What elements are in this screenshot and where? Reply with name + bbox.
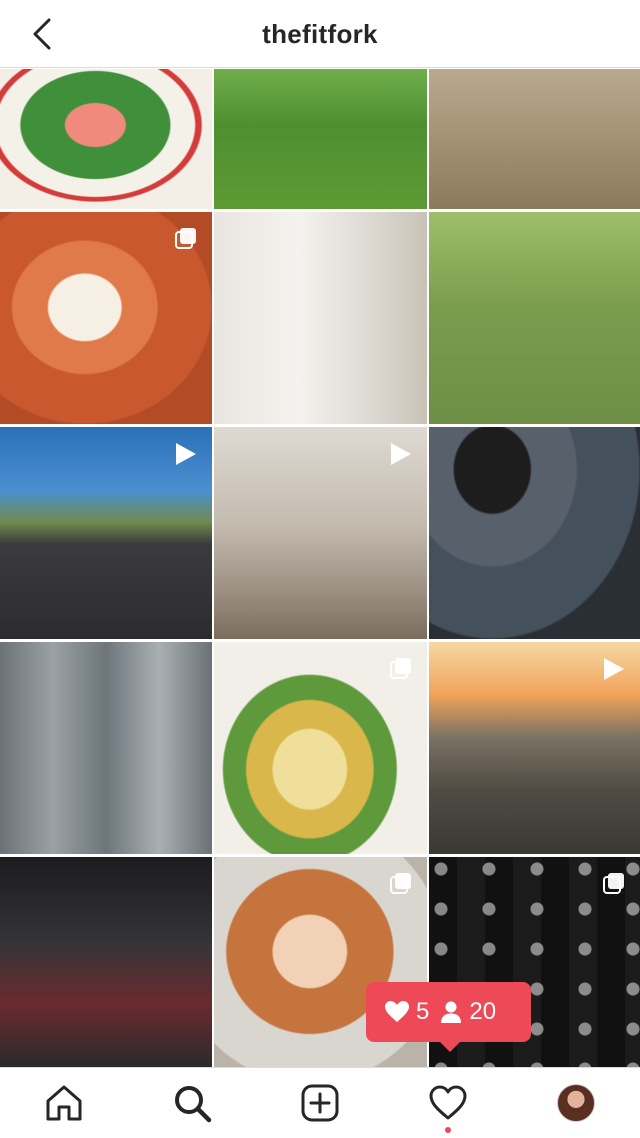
heart-icon bbox=[429, 1085, 467, 1120]
tab-home[interactable] bbox=[42, 1081, 86, 1125]
profile-avatar bbox=[557, 1084, 595, 1122]
post-thumbnail[interactable] bbox=[429, 69, 640, 209]
home-icon bbox=[46, 1085, 82, 1121]
post-thumbnail[interactable] bbox=[429, 427, 640, 639]
likes-count: 5 bbox=[416, 998, 430, 1025]
carousel-icon bbox=[603, 873, 624, 894]
post-thumbnail[interactable] bbox=[0, 69, 212, 209]
post-thumbnail[interactable] bbox=[214, 642, 427, 854]
tab-profile[interactable] bbox=[554, 1081, 598, 1125]
post-thumbnail[interactable] bbox=[429, 212, 640, 424]
post-thumbnail[interactable] bbox=[0, 427, 212, 639]
tab-search[interactable] bbox=[170, 1081, 214, 1125]
search-icon bbox=[175, 1086, 212, 1123]
post-thumbnail[interactable] bbox=[214, 69, 427, 209]
tab-activity[interactable] bbox=[426, 1081, 470, 1125]
page-title: thefitfork bbox=[262, 19, 378, 49]
carousel-icon bbox=[390, 873, 411, 894]
post-thumbnail[interactable] bbox=[429, 642, 640, 854]
tab-new-post[interactable] bbox=[298, 1081, 342, 1125]
post-thumbnail[interactable] bbox=[0, 212, 212, 424]
video-play-icon bbox=[391, 443, 411, 465]
video-play-icon bbox=[604, 658, 624, 680]
followers-notification: 20 bbox=[439, 998, 496, 1026]
video-play-icon bbox=[176, 443, 196, 465]
carousel-icon bbox=[390, 658, 411, 679]
heart-filled-icon bbox=[385, 1001, 409, 1022]
add-post-icon bbox=[301, 1084, 339, 1122]
post-thumbnail[interactable] bbox=[0, 642, 212, 854]
post-thumbnail[interactable] bbox=[0, 857, 212, 1067]
carousel-icon bbox=[175, 228, 196, 249]
top-navigation-bar: thefitfork bbox=[0, 0, 640, 68]
bottom-tab-bar bbox=[0, 1067, 640, 1138]
activity-indicator-dot bbox=[445, 1127, 451, 1133]
likes-notification: 5 bbox=[384, 998, 429, 1026]
person-icon bbox=[441, 1001, 462, 1023]
followers-count: 20 bbox=[469, 998, 497, 1025]
post-grid bbox=[0, 69, 640, 1067]
activity-notification-bubble[interactable]: 5 20 bbox=[366, 982, 531, 1052]
post-thumbnail[interactable] bbox=[214, 212, 427, 424]
post-thumbnail[interactable] bbox=[214, 427, 427, 639]
